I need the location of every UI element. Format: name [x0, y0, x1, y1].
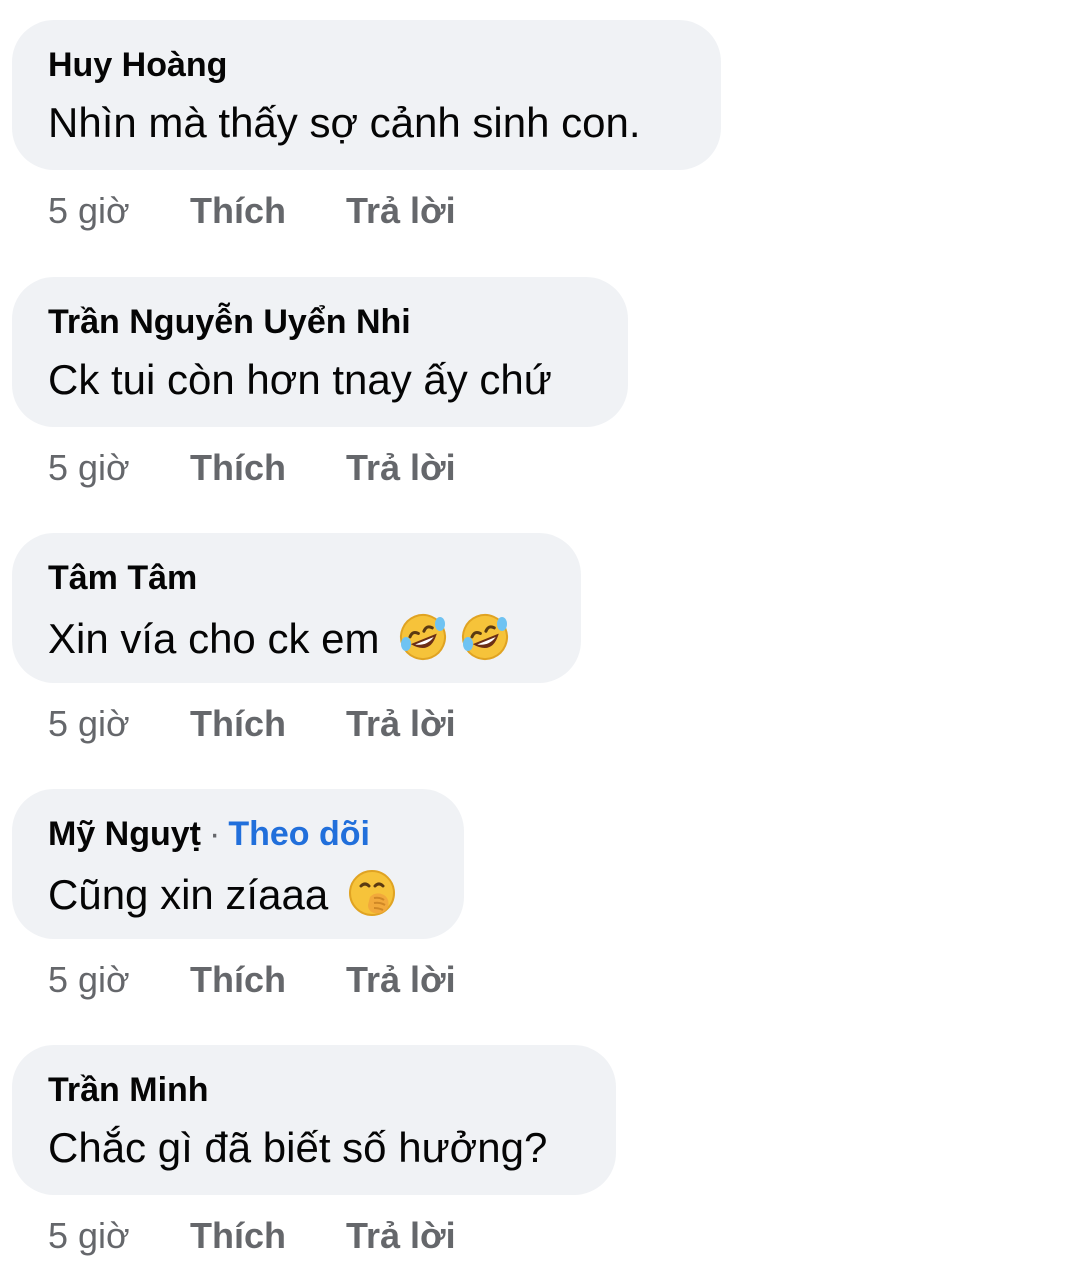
comment-header: Trần Minh — [48, 1069, 209, 1111]
like-button[interactable]: Thích — [190, 188, 286, 234]
like-button[interactable]: Thích — [190, 701, 286, 747]
comment-bubble: Huy Hoàng Nhìn mà thấy sợ cảnh sinh con. — [12, 20, 721, 170]
comment-bubble: Trần Minh Chắc gì đã biết số hưởng? — [12, 1045, 616, 1195]
comment-author-name[interactable]: Huy Hoàng — [48, 46, 227, 84]
comment-text: Cũng xin zíaaa — [48, 867, 398, 920]
comment-bubble: Trần Nguyễn Uyển Nhi Ck tui còn hơn tnay… — [12, 277, 628, 427]
comment-text: Xin vía cho ck em — [48, 611, 511, 664]
comment-author-name[interactable]: Trần Nguyễn Uyển Nhi — [48, 303, 411, 341]
comment-header: Mỹ Nguyṭ · Theo dõi — [48, 813, 370, 855]
like-button[interactable]: Thích — [190, 445, 286, 491]
rolling-on-floor-laughing-emoji — [400, 614, 447, 660]
comment-author-name[interactable]: Trần Minh — [48, 1071, 209, 1109]
comment-bubble: Tâm Tâm Xin vía cho ck em — [12, 533, 581, 683]
comment-header: Tâm Tâm — [48, 557, 197, 599]
like-button[interactable]: Thích — [190, 957, 286, 1003]
comment-text: Nhìn mà thấy sợ cảnh sinh con. — [48, 99, 641, 146]
comment-bubble: Mỹ Nguyṭ · Theo dõi Cũng xin zíaaa — [12, 789, 464, 939]
comment-header: Huy Hoàng — [48, 44, 227, 86]
comment-timestamp[interactable]: 5 giờ — [48, 957, 130, 1003]
comment-timestamp[interactable]: 5 giờ — [48, 188, 130, 234]
reply-button[interactable]: Trả lời — [346, 1213, 456, 1259]
comment-author-name[interactable]: Tâm Tâm — [48, 559, 197, 597]
comment-header: Trần Nguyễn Uyển Nhi — [48, 301, 411, 343]
comment-timestamp[interactable]: 5 giờ — [48, 445, 130, 491]
reply-button[interactable]: Trả lời — [346, 957, 456, 1003]
face-with-hand-over-mouth-emoji — [348, 870, 395, 916]
reply-button[interactable]: Trả lời — [346, 188, 456, 234]
comment-text-content: Cũng xin zíaaa — [48, 871, 329, 918]
separator-dot: · — [209, 815, 221, 853]
reply-button[interactable]: Trả lời — [346, 701, 456, 747]
comment-text: Chắc gì đã biết số hưởng? — [48, 1124, 548, 1171]
comment-author-name[interactable]: Mỹ Nguyṭ — [48, 815, 201, 853]
rolling-on-floor-laughing-emoji — [462, 614, 509, 660]
reply-button[interactable]: Trả lời — [346, 445, 456, 491]
comment-text-content: Xin vía cho ck em — [48, 615, 380, 662]
comment-timestamp[interactable]: 5 giờ — [48, 1213, 130, 1259]
like-button[interactable]: Thích — [190, 1213, 286, 1259]
comment-text: Ck tui còn hơn tnay ấy chứ — [48, 356, 552, 403]
comment-timestamp[interactable]: 5 giờ — [48, 701, 130, 747]
follow-link[interactable]: Theo dõi — [228, 815, 370, 853]
